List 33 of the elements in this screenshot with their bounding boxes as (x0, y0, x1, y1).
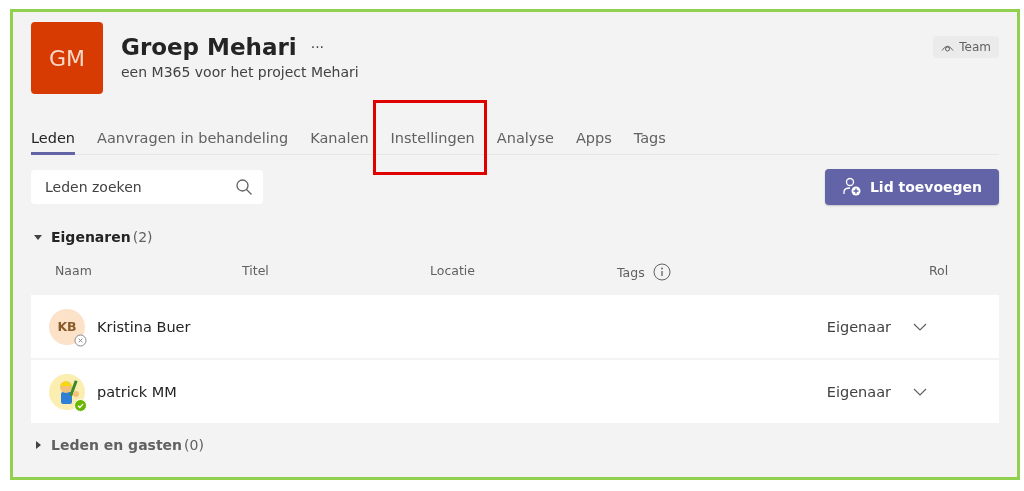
column-header: Titel (242, 263, 269, 278)
team-name: Groep Mehari (121, 34, 297, 60)
tab[interactable]: Tags (633, 130, 666, 155)
search-field[interactable]: Leden zoeken (31, 170, 263, 204)
more-options[interactable]: ··· (310, 39, 325, 55)
tab[interactable]: Instellingen (390, 130, 475, 155)
tab[interactable]: Analyse (496, 130, 554, 155)
add-member-button[interactable]: Lid toevoegen (825, 169, 999, 205)
chevron-down-icon[interactable] (913, 387, 927, 396)
expanded-caret-icon (33, 232, 43, 242)
column-header: Locatie (430, 263, 475, 278)
collapsed-caret-icon (33, 440, 43, 450)
chevron-down-icon[interactable] (913, 322, 927, 331)
role-dropdown[interactable]: Eigenaar (826, 318, 891, 335)
team-badge: Team (933, 36, 999, 58)
member-name: patrick MM (97, 383, 178, 400)
column-header: Naam (55, 263, 92, 278)
role-dropdown[interactable]: Eigenaar (826, 383, 891, 400)
column-header: Rol (929, 263, 949, 278)
member-name: Kristina Buer (97, 318, 192, 335)
avatar: KB (49, 308, 85, 345)
add-person-icon (841, 177, 862, 197)
tab[interactable]: Aanvragen in behandeling (97, 130, 289, 155)
tab[interactable]: Kanalen (310, 130, 369, 155)
group-header[interactable]: Eigenaren(2) (31, 229, 999, 245)
tab[interactable]: Leden (31, 130, 76, 155)
search-icon (235, 178, 253, 196)
tab[interactable]: Apps (575, 130, 612, 155)
team-logo: GM (31, 22, 103, 94)
group-header[interactable]: Leden en gasten(0) (31, 437, 999, 453)
column-header: Tags (617, 264, 645, 280)
team-description: een M365 voor het project Mehari (121, 64, 360, 80)
info-icon[interactable] (652, 263, 671, 281)
